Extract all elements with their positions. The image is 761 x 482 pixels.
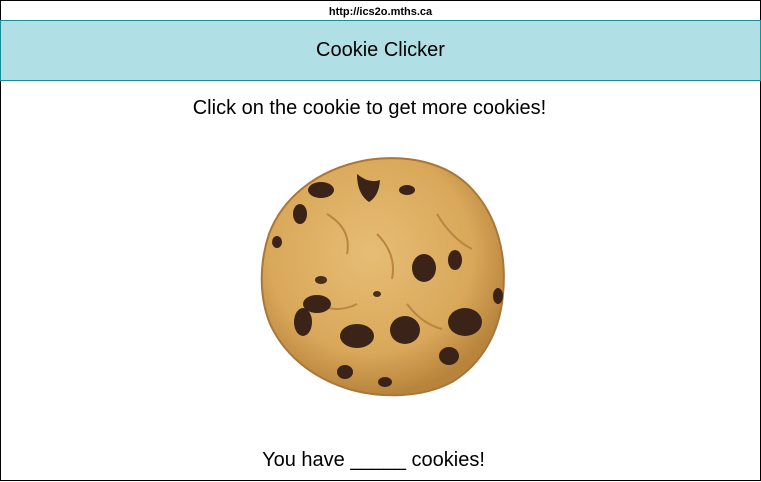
- url-text: http://ics2o.mths.ca: [328, 6, 433, 18]
- page-header: Cookie Clicker: [0, 20, 761, 81]
- cookie-button[interactable]: [257, 154, 511, 400]
- url-bar: http://ics2o.mths.ca: [1, 1, 760, 20]
- cookie-icon: [260, 157, 505, 397]
- page-title: Cookie Clicker: [316, 39, 445, 61]
- cookie-count: _____: [350, 449, 406, 471]
- instruction-text: Click on the cookie to get more cookies!: [192, 97, 547, 119]
- page-frame: http://ics2o.mths.ca Cookie Clicker Clic…: [0, 0, 761, 481]
- counter-suffix: cookies!: [411, 449, 485, 471]
- cookie-counter: You have _____ cookies!: [1, 449, 746, 472]
- counter-prefix: You have: [262, 449, 345, 471]
